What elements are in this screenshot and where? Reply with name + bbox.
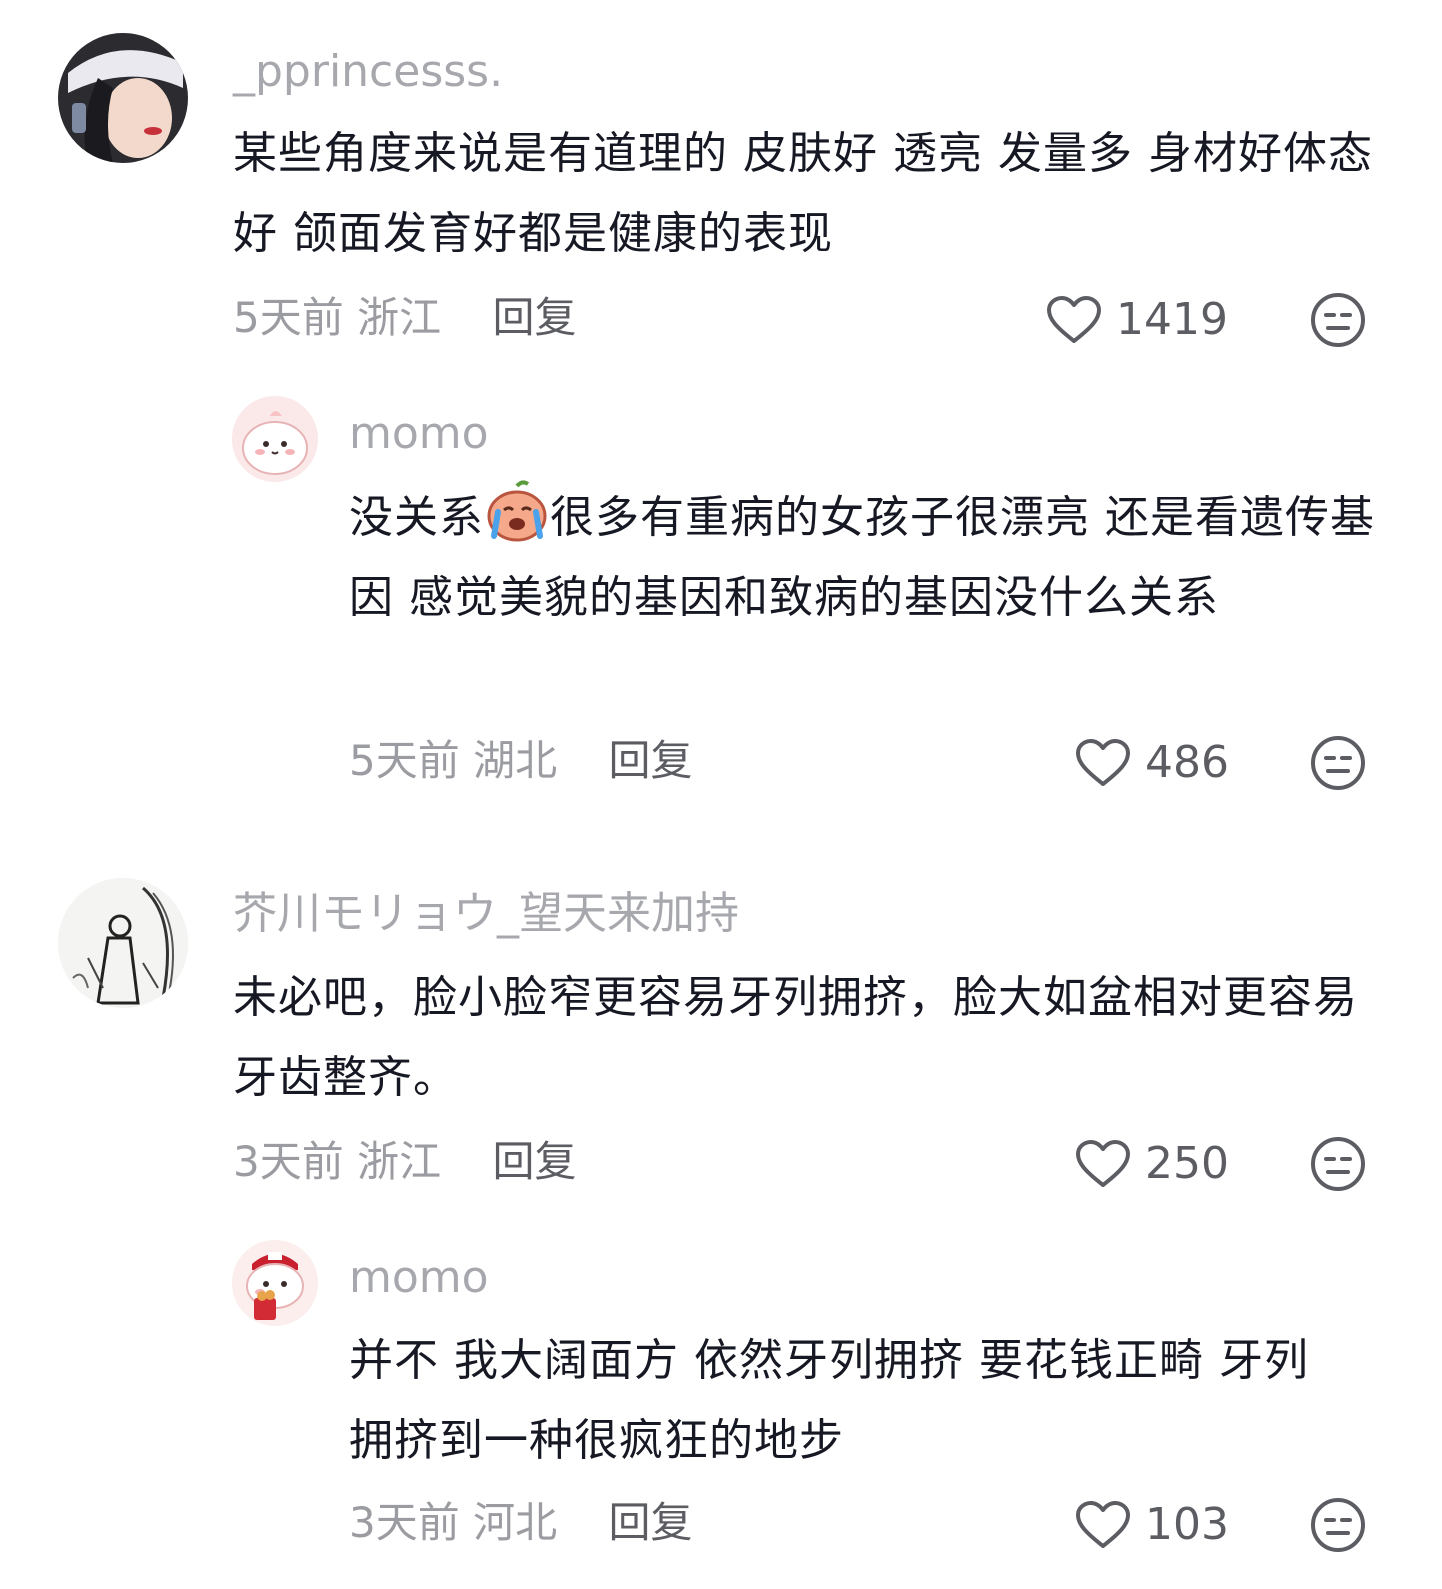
- like-button[interactable]: 103: [1075, 1497, 1229, 1553]
- meh-face-icon[interactable]: [1310, 1497, 1366, 1553]
- heart-outline-icon: [1047, 296, 1101, 343]
- comment-meta: 5天前 湖北 回复: [349, 733, 692, 789]
- avatar[interactable]: [232, 1240, 318, 1326]
- like-button[interactable]: 1419: [1046, 292, 1228, 348]
- comment-meta: 3天前 浙江 回复: [233, 1134, 576, 1190]
- comment-text: 某些角度来说是有道理的 皮肤好 透亮 发量多 身材好体态好 颌面发育好都是健康的…: [233, 128, 1373, 259]
- like-button[interactable]: 486: [1075, 735, 1229, 791]
- comment-location: 浙江: [357, 293, 442, 342]
- reply-button[interactable]: 回复: [492, 293, 576, 342]
- meh-face-icon[interactable]: [1310, 1136, 1366, 1192]
- username[interactable]: _pprincesss.: [233, 44, 503, 100]
- comment-meta: 5天前 浙江 回复: [233, 290, 576, 346]
- avatar[interactable]: [58, 33, 188, 163]
- crying-peach-emoji-icon: [487, 480, 547, 542]
- comment-text: 并不 我大阔面方 依然牙列拥挤 要花钱正畸 牙列拥挤到一种很疯狂的地步: [349, 1335, 1309, 1466]
- reply-button[interactable]: 回复: [492, 1137, 576, 1186]
- comment-text: 未必吧，脸小脸窄更容易牙列拥挤，脸大如盆相对更容易牙齿整齐。: [233, 972, 1358, 1103]
- comment-meta: 3天前 河北 回复: [349, 1495, 692, 1551]
- meh-face-icon[interactable]: [1310, 735, 1366, 791]
- reply-button[interactable]: 回复: [608, 736, 692, 785]
- comment-text: 没关系 很多有重病的女孩子很漂亮 还是看遗传基因 感觉美貌的基因和致病的基因没什…: [349, 478, 1379, 638]
- reply-button[interactable]: 回复: [608, 1498, 692, 1547]
- avatar[interactable]: [232, 396, 318, 482]
- comment-location: 浙江: [357, 1137, 442, 1186]
- heart-outline-icon: [1076, 739, 1130, 786]
- heart-outline-icon: [1076, 1501, 1130, 1548]
- like-count: 1419: [1116, 294, 1228, 345]
- like-count: 103: [1145, 1499, 1229, 1550]
- username[interactable]: momo: [349, 406, 489, 462]
- like-count: 250: [1145, 1138, 1229, 1189]
- like-button[interactable]: 250: [1075, 1136, 1229, 1192]
- comment-time: 3天前: [349, 1498, 460, 1547]
- like-count: 486: [1145, 737, 1229, 788]
- comment-time: 3天前: [233, 1137, 344, 1186]
- username[interactable]: momo: [349, 1250, 489, 1306]
- comment-text-part: 没关系: [349, 492, 484, 543]
- comment-location: 湖北: [473, 736, 558, 785]
- username[interactable]: 芥川モリョウ_望天来加持: [233, 886, 739, 942]
- comment-time: 5天前: [349, 736, 460, 785]
- meh-face-icon[interactable]: [1310, 292, 1366, 348]
- heart-outline-icon: [1076, 1140, 1130, 1187]
- avatar[interactable]: [58, 878, 188, 1008]
- comment-location: 河北: [473, 1498, 558, 1547]
- comment-time: 5天前: [233, 293, 344, 342]
